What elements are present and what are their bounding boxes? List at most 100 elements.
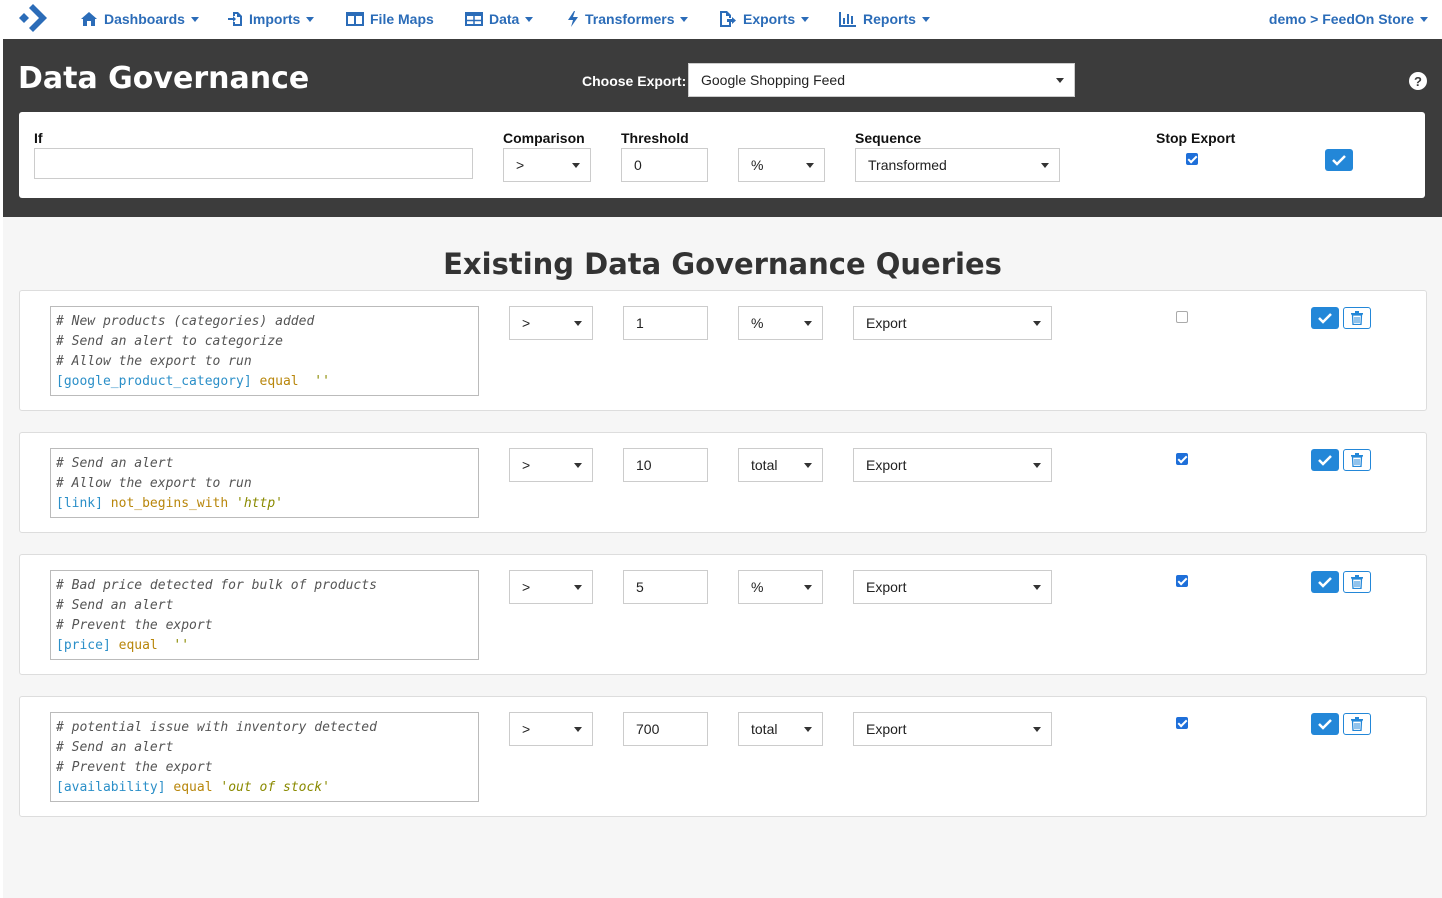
query-card: # Bad price detected for bulk of product… — [19, 554, 1427, 675]
columns-icon — [346, 12, 364, 26]
chevron-down-icon — [804, 463, 812, 468]
stop-export-checkbox[interactable] — [1186, 153, 1198, 165]
query-unit-value: total — [751, 721, 778, 737]
chevron-down-icon — [574, 463, 582, 468]
query-code-editor[interactable]: # Bad price detected for bulk of product… — [50, 570, 479, 660]
chevron-down-icon — [574, 585, 582, 590]
nav-transformers[interactable]: Transformers — [567, 0, 689, 38]
nav-exports-label: Exports — [743, 11, 796, 27]
code-token: not_begins_with — [102, 496, 237, 511]
query-comparison-select[interactable]: > — [509, 570, 593, 604]
query-stop-export-checkbox[interactable] — [1176, 311, 1188, 323]
nav-imports[interactable]: Imports — [227, 0, 315, 38]
sequence-label: Sequence — [855, 130, 922, 146]
query-code-line: [link] not_begins_with 'http' — [56, 494, 473, 514]
query-threshold-input[interactable]: 700 — [623, 712, 708, 746]
help-icon[interactable]: ? — [1409, 72, 1427, 90]
existing-queries-section: Existing Data Governance Queries # New p… — [3, 217, 1442, 898]
query-code-line: # Send an alert — [56, 738, 473, 758]
query-unit-select[interactable]: % — [738, 306, 823, 340]
query-sequence-value: Export — [866, 579, 907, 595]
trash-icon — [1351, 717, 1363, 731]
query-sequence-select[interactable]: Export — [853, 448, 1052, 482]
if-label: If — [34, 130, 43, 146]
nav-file-maps[interactable]: File Maps — [346, 0, 434, 38]
query-code-line: # Allow the export to run — [56, 352, 473, 372]
save-query-button[interactable] — [1311, 571, 1339, 593]
query-sequence-value: Export — [866, 315, 907, 331]
comparison-select[interactable]: > — [503, 148, 591, 182]
query-sequence-select[interactable]: Export — [853, 306, 1052, 340]
query-sequence-select[interactable]: Export — [853, 712, 1052, 746]
query-code-line: # Send an alert — [56, 596, 473, 616]
feedon-logo-icon[interactable] — [17, 2, 49, 34]
query-stop-export-checkbox[interactable] — [1176, 717, 1188, 729]
save-query-button[interactable] — [1311, 307, 1339, 329]
query-comparison-select[interactable]: > — [509, 448, 593, 482]
delete-query-button[interactable] — [1343, 571, 1371, 593]
query-code-line: [availability] equal 'out of stock' — [56, 778, 473, 798]
account-menu-label: demo > FeedOn Store — [1268, 11, 1414, 27]
threshold-label: Threshold — [621, 130, 689, 146]
code-token: # New products (categories) added — [56, 314, 315, 329]
chevron-down-icon — [1033, 585, 1041, 590]
query-stop-export-checkbox[interactable] — [1176, 575, 1188, 587]
code-token: equal — [251, 374, 307, 389]
query-code-line: # Send an alert to categorize — [56, 332, 473, 352]
delete-query-button[interactable] — [1343, 449, 1371, 471]
comparison-label: Comparison — [503, 130, 585, 146]
threshold-unit-select[interactable]: % — [738, 148, 825, 182]
query-code-line: # potential issue with inventory detecte… — [56, 718, 473, 738]
delete-query-button[interactable] — [1343, 307, 1371, 329]
choose-export-select[interactable]: Google Shopping Feed — [688, 63, 1075, 97]
chevron-down-icon — [921, 16, 930, 22]
threshold-input[interactable]: 0 — [621, 148, 708, 182]
query-code-editor[interactable]: # potential issue with inventory detecte… — [50, 712, 479, 802]
query-threshold-input[interactable]: 1 — [623, 306, 708, 340]
chevron-down-icon — [1056, 78, 1064, 83]
query-code-line: [google_product_category] equal '' — [56, 372, 473, 392]
nav-reports[interactable]: Reports — [839, 0, 930, 38]
nav-reports-label: Reports — [863, 11, 916, 27]
chevron-down-icon — [1033, 463, 1041, 468]
query-unit-select[interactable]: total — [738, 712, 823, 746]
code-token: [price] — [56, 638, 111, 653]
query-comparison-select[interactable]: > — [509, 306, 593, 340]
query-stop-export-checkbox[interactable] — [1176, 453, 1188, 465]
query-unit-select[interactable]: % — [738, 570, 823, 604]
save-query-button[interactable] — [1311, 449, 1339, 471]
check-icon — [1318, 719, 1332, 730]
chevron-down-icon — [574, 321, 582, 326]
code-token: # Prevent the export — [56, 618, 213, 633]
query-sequence-value: Export — [866, 457, 907, 473]
comparison-value: > — [516, 157, 525, 173]
nav-exports[interactable]: Exports — [719, 0, 810, 38]
chevron-down-icon — [804, 585, 812, 590]
chevron-down-icon — [572, 163, 580, 168]
query-code-line: # Prevent the export — [56, 616, 473, 636]
sequence-select[interactable]: Transformed — [855, 148, 1060, 182]
add-query-button[interactable] — [1325, 149, 1353, 171]
nav-dashboards[interactable]: Dashboards — [80, 0, 199, 38]
query-code-editor[interactable]: # Send an alert # Allow the export to run… — [50, 448, 479, 518]
query-unit-select[interactable]: total — [738, 448, 823, 482]
export-icon — [720, 11, 736, 27]
code-token: # Send an alert to categorize — [56, 334, 283, 349]
save-query-button[interactable] — [1311, 713, 1339, 735]
query-sequence-select[interactable]: Export — [853, 570, 1052, 604]
query-comparison-value: > — [522, 315, 531, 331]
delete-query-button[interactable] — [1343, 713, 1371, 735]
query-code-line: [price] equal '' — [56, 636, 473, 656]
chevron-down-icon — [680, 16, 689, 22]
query-code-line: # Allow the export to run — [56, 474, 473, 494]
query-card: # New products (categories) added # Send … — [19, 290, 1427, 411]
query-threshold-input[interactable]: 5 — [623, 570, 708, 604]
code-token: 'http' — [236, 496, 283, 511]
if-input[interactable] — [34, 148, 473, 179]
nav-data[interactable]: Data — [465, 0, 534, 38]
query-code-editor[interactable]: # New products (categories) added # Send … — [50, 306, 479, 396]
account-menu[interactable]: demo > FeedOn Store — [1269, 0, 1428, 38]
query-comparison-select[interactable]: > — [509, 712, 593, 746]
query-sequence-value: Export — [866, 721, 907, 737]
query-threshold-input[interactable]: 10 — [623, 448, 708, 482]
